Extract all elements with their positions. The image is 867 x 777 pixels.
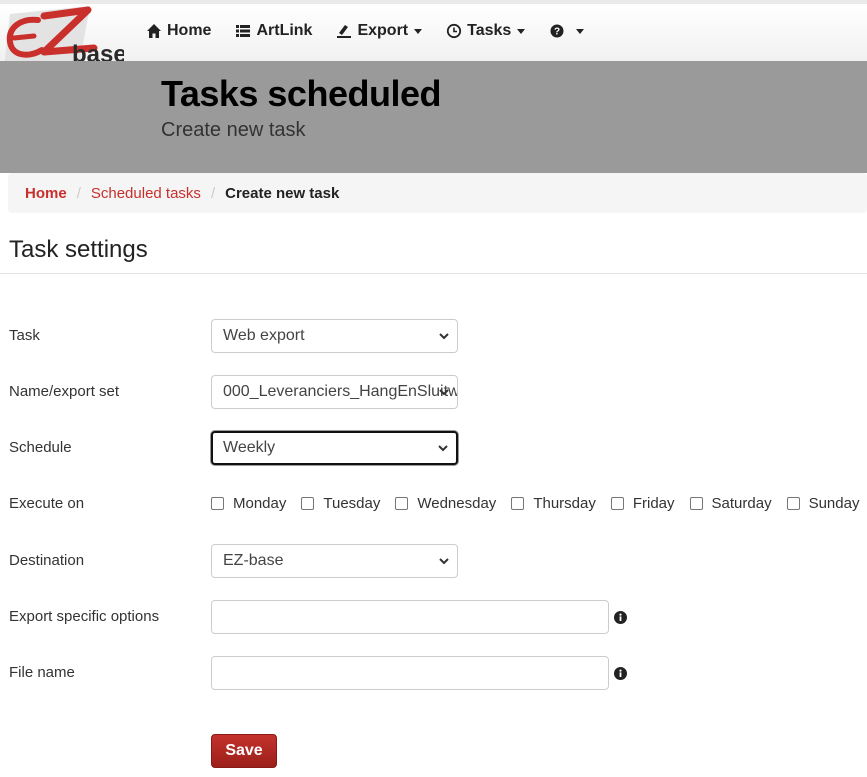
day-label: Sunday (808, 495, 860, 512)
breadcrumb-current: Create new task (225, 184, 340, 202)
day-label: Friday (632, 495, 675, 512)
page-subtitle: Create new task (161, 119, 306, 141)
breadcrumb-separator: / (76, 184, 81, 202)
sunday-checkbox[interactable] (786, 497, 800, 510)
day-friday[interactable]: Friday (610, 495, 675, 512)
list-icon (236, 25, 251, 37)
thursday-checkbox[interactable] (511, 497, 525, 510)
day-saturday[interactable]: Saturday (689, 495, 772, 512)
svg-text:?: ? (554, 27, 560, 38)
nav-tasks[interactable]: Tasks (446, 22, 526, 40)
day-thursday[interactable]: Thursday (511, 495, 596, 512)
name-export-set-select[interactable]: 000_Leveranciers_HangEnSluitwerk (211, 375, 458, 409)
chevron-down-icon (438, 445, 448, 452)
save-button[interactable]: Save (211, 734, 277, 768)
page-title: Tasks scheduled (161, 73, 441, 114)
task-select-value: Web export (223, 327, 305, 344)
schedule-label: Schedule (9, 439, 72, 456)
nav-export-label: Export (357, 22, 409, 39)
execute-on-label: Execute on (9, 495, 85, 512)
chevron-down-icon (576, 28, 585, 34)
nav-home-label: Home (167, 22, 212, 39)
name-export-set-label: Name/export set (9, 383, 120, 400)
export-icon (337, 25, 352, 38)
breadcrumb: Home / Scheduled tasks / Create new task (8, 173, 867, 213)
destination-select-value: EZ-base (223, 552, 284, 569)
day-label: Monday (233, 495, 287, 512)
destination-label: Destination (9, 552, 85, 569)
file-name-input[interactable] (211, 656, 609, 690)
day-tuesday[interactable]: Tuesday (301, 495, 380, 512)
weekday-checkboxes: Monday Tuesday Wednesday Thursday Friday… (211, 495, 859, 512)
section-divider (0, 273, 867, 274)
breadcrumb-home[interactable]: Home (25, 185, 67, 202)
chevron-down-icon (517, 28, 526, 34)
nav-tasks-label: Tasks (467, 22, 512, 39)
day-label: Tuesday (323, 495, 381, 512)
saturday-checkbox[interactable] (689, 497, 703, 510)
breadcrumb-scheduled-tasks[interactable]: Scheduled tasks (91, 185, 201, 202)
info-icon[interactable] (614, 611, 627, 624)
destination-select[interactable]: EZ-base (211, 544, 458, 578)
main-nav: Home ArtLink Export Tasks ? (146, 18, 608, 44)
breadcrumb-separator: / (210, 184, 216, 202)
day-monday[interactable]: Monday (211, 495, 286, 512)
day-sunday[interactable]: Sunday (786, 495, 860, 512)
wednesday-checkbox[interactable] (395, 497, 409, 510)
monday-checkbox[interactable] (211, 497, 224, 510)
nav-export[interactable]: Export (336, 22, 423, 40)
info-icon[interactable] (614, 667, 627, 680)
name-export-set-value: 000_Leveranciers_HangEnSluitwerk (223, 383, 458, 400)
friday-checkbox[interactable] (610, 497, 624, 510)
task-select[interactable]: Web export (211, 319, 458, 353)
chevron-down-icon (439, 389, 449, 396)
day-label: Thursday (533, 495, 596, 512)
nav-home[interactable]: Home (146, 22, 211, 40)
section-title: Task settings (9, 236, 148, 263)
file-name-label: File name (9, 664, 75, 681)
home-icon (147, 24, 161, 38)
help-icon: ? (550, 24, 564, 38)
top-navbar: base Home ArtLink Export Tasks ? (0, 0, 867, 92)
tuesday-checkbox[interactable] (301, 497, 315, 510)
clock-icon (447, 23, 462, 39)
nav-help[interactable]: ? (549, 23, 585, 39)
nav-artlink[interactable]: ArtLink (235, 22, 312, 40)
export-options-input[interactable] (211, 600, 609, 634)
schedule-select[interactable]: Weekly (211, 431, 458, 465)
export-options-label: Export specific options (9, 608, 160, 625)
day-wednesday[interactable]: Wednesday (395, 495, 496, 512)
chevron-down-icon (439, 558, 449, 565)
chevron-down-icon (414, 28, 423, 34)
task-label: Task (9, 327, 40, 344)
nav-artlink-label: ArtLink (256, 22, 313, 39)
chevron-down-icon (439, 333, 449, 340)
day-label: Wednesday (417, 495, 497, 512)
schedule-select-value: Weekly (223, 439, 276, 456)
day-label: Saturday (711, 495, 772, 512)
